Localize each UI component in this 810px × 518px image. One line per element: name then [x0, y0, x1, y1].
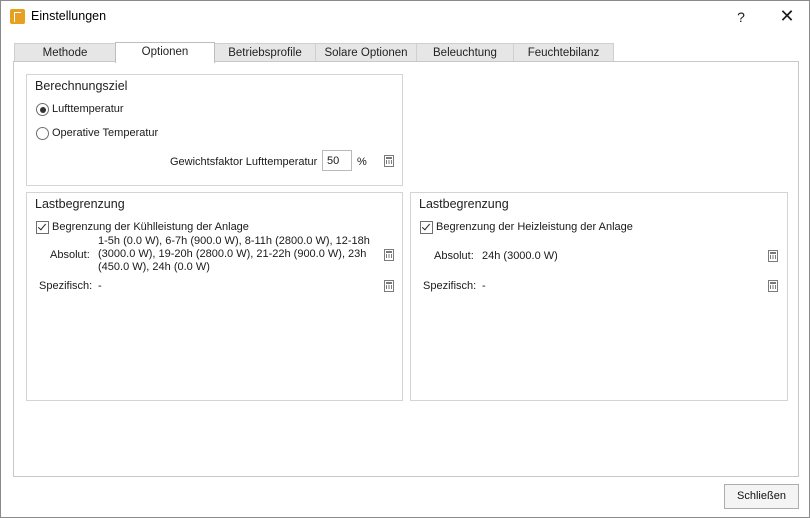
close-button[interactable]: Schließen — [724, 484, 799, 509]
radio-lufttemperatur[interactable] — [36, 103, 49, 116]
cooling-specific-value: - — [98, 280, 102, 292]
checkbox-cooling-limit[interactable] — [36, 221, 49, 234]
label-heating-absolute: Absolut: — [434, 250, 474, 262]
group-title-cooling: Lastbegrenzung — [35, 197, 125, 211]
tab-optionen[interactable]: Optionen — [115, 42, 215, 63]
label-gewichtsfaktor: Gewichtsfaktor Lufttemperatur — [170, 156, 318, 168]
group-berechnungsziel: Berechnungsziel Lufttemperatur Operative… — [26, 74, 403, 186]
label-heating-specific: Spezifisch: — [423, 280, 477, 292]
group-title-berechnungsziel: Berechnungsziel — [35, 79, 128, 93]
cooling-absolute-value: 1-5h (0.0 W), 6-7h (900.0 W), 8-11h (280… — [98, 235, 370, 273]
calculator-icon[interactable] — [768, 280, 778, 292]
tab-beleuchtung[interactable]: Beleuchtung — [416, 43, 514, 62]
weight-unit: % — [357, 156, 367, 168]
heating-specific-value: - — [482, 280, 486, 292]
checkbox-heating-limit[interactable] — [420, 221, 433, 234]
settings-dialog: Einstellungen ? ✕ Methode Optionen Betri… — [0, 0, 810, 518]
label-cooling-specific: Spezifisch: — [39, 280, 93, 292]
window-title: Einstellungen — [31, 9, 107, 23]
label-cooling-absolute: Absolut: — [50, 249, 90, 261]
title-bar: Einstellungen ? ✕ — [1, 1, 809, 33]
weight-input[interactable]: 50 — [322, 150, 352, 171]
tab-solare-optionen[interactable]: Solare Optionen — [315, 43, 417, 62]
tab-methode[interactable]: Methode — [14, 43, 116, 62]
group-lastbegrenzung-cooling: Lastbegrenzung Begrenzung der Kühlleistu… — [26, 192, 403, 401]
label-lufttemperatur: Lufttemperatur — [52, 103, 124, 115]
group-lastbegrenzung-heating: Lastbegrenzung Begrenzung der Heizleistu… — [410, 192, 788, 401]
calculator-icon[interactable] — [384, 249, 394, 261]
group-title-heating: Lastbegrenzung — [419, 197, 509, 211]
label-heating-limit: Begrenzung der Heizleistung der Anlage — [436, 221, 633, 233]
tab-page-optionen: Berechnungsziel Lufttemperatur Operative… — [13, 61, 799, 477]
label-cooling-limit: Begrenzung der Kühlleistung der Anlage — [52, 221, 249, 233]
label-operative-temperatur: Operative Temperatur — [52, 127, 159, 139]
heating-absolute-value: 24h (3000.0 W) — [482, 250, 558, 262]
calculator-icon[interactable] — [384, 155, 394, 167]
tab-feuchtebilanz[interactable]: Feuchtebilanz — [513, 43, 614, 62]
tab-betriebsprofile[interactable]: Betriebsprofile — [214, 43, 316, 62]
app-icon — [10, 9, 25, 24]
calculator-icon[interactable] — [768, 250, 778, 262]
help-button[interactable]: ? — [729, 5, 753, 29]
close-icon[interactable]: ✕ — [773, 5, 801, 29]
radio-operative-temperatur[interactable] — [36, 127, 49, 140]
calculator-icon[interactable] — [384, 280, 394, 292]
